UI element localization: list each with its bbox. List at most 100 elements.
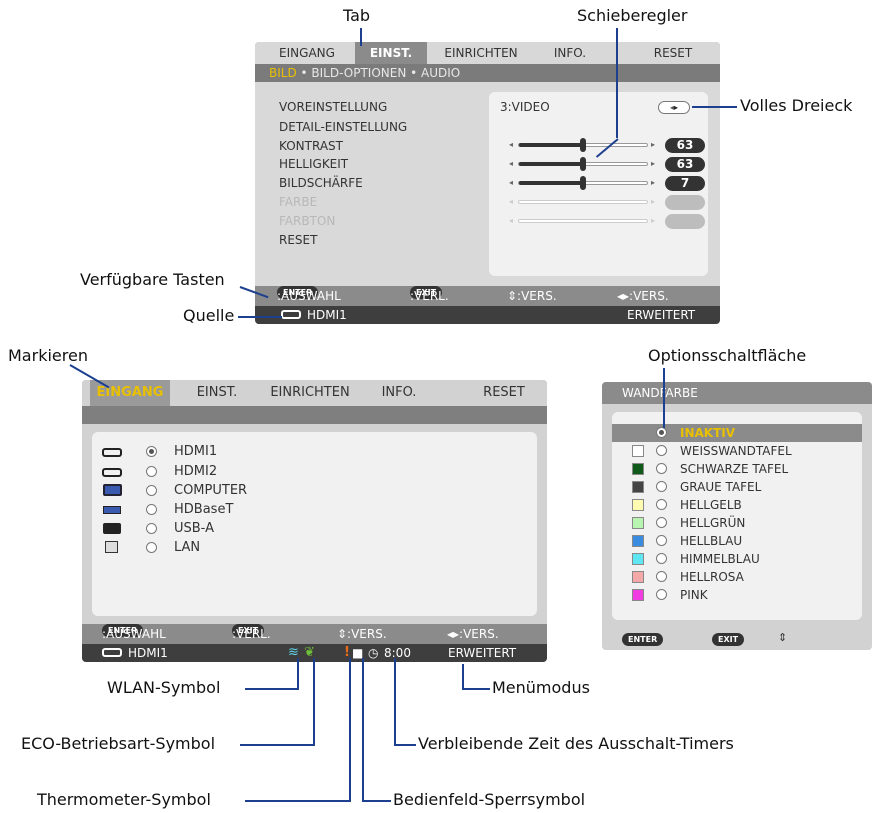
wall-color-option[interactable]: HELLROSA	[680, 570, 744, 584]
input-usba[interactable]: USB-A	[174, 521, 214, 536]
slider-right-icon[interactable]: ▸	[651, 178, 655, 187]
status-bar: HDMI1 ERWEITERT	[255, 306, 720, 324]
wall-color-option[interactable]: HELLBLAU	[680, 534, 742, 548]
slider-right-icon[interactable]: ▸	[651, 140, 655, 149]
menu-item-farbe: FARBE	[279, 195, 318, 209]
radio-hdbaset[interactable]	[146, 504, 157, 515]
radio-1[interactable]	[656, 445, 667, 456]
tab-info[interactable]: INFO.	[535, 42, 605, 64]
menu-item-kontrast[interactable]: KONTRAST	[279, 139, 343, 153]
radio-8[interactable]	[656, 571, 667, 582]
usb-icon	[103, 523, 121, 534]
callout-radio: Optionsschaltfläche	[648, 346, 807, 365]
menu-eingang: EINGANG EINST. EINRICHTEN INFO. RESET HD…	[82, 380, 547, 662]
radio-lan[interactable]	[146, 542, 157, 553]
color-swatch	[632, 445, 644, 457]
farbton-value	[665, 214, 705, 229]
input-computer[interactable]: COMPUTER	[174, 483, 247, 498]
hdmi-source-icon	[281, 310, 301, 319]
tab-info[interactable]: INFO.	[364, 380, 434, 406]
callout-menumode: Menümodus	[492, 678, 590, 697]
kontrast-value: 63	[665, 138, 705, 153]
preset-selector[interactable]: ◂▸	[658, 101, 690, 114]
wall-color-option[interactable]: PINK	[680, 588, 708, 602]
exit-key-label: :VERL.	[410, 289, 449, 303]
callout-line	[297, 658, 299, 689]
wall-color-option[interactable]: SCHWARZE TAFEL	[680, 462, 788, 476]
available-keys-bar: ENTER EXIT ⇕	[602, 628, 872, 650]
tab-einst[interactable]: EINST.	[355, 42, 427, 64]
wall-color-option[interactable]: GRAUE TAFEL	[680, 480, 761, 494]
color-swatch	[632, 589, 644, 601]
off-timer-value: 8:00	[384, 646, 411, 660]
slider-left-icon: ◂	[509, 197, 514, 206]
computer-icon	[103, 484, 122, 496]
wall-color-option[interactable]: INAKTIV	[680, 426, 735, 440]
leftright-key-label: ◂▸:VERS.	[617, 289, 669, 303]
callout-line	[245, 800, 351, 802]
input-hdmi1[interactable]: HDMI1	[174, 444, 217, 459]
callout-line	[245, 688, 299, 690]
farbe-slider	[518, 200, 648, 204]
enter-key-label: :AUSWAHL	[102, 627, 166, 641]
full-triangle-icon[interactable]: ▸	[674, 103, 678, 112]
radio-6[interactable]	[656, 535, 667, 546]
callout-thermo: Thermometer-Symbol	[37, 790, 211, 809]
updown-key-label: ⇕	[778, 631, 788, 644]
radio-2[interactable]	[656, 463, 667, 474]
helligkeit-knob[interactable]	[580, 157, 586, 171]
callout-line	[313, 658, 315, 745]
radio-3[interactable]	[656, 481, 667, 492]
menu-item-reset[interactable]: RESET	[279, 233, 317, 247]
tab-einrichten[interactable]: EINRICHTEN	[260, 380, 360, 406]
menu-item-helligkeit[interactable]: HELLIGKEIT	[279, 157, 348, 171]
hdmi-icon	[102, 448, 122, 457]
subtab-bild[interactable]: BILD	[269, 66, 297, 80]
menu-item-bildschaerfe[interactable]: BILDSCHÄRFE	[279, 176, 363, 190]
tab-einst[interactable]: EINST.	[178, 380, 256, 406]
tab-eingang[interactable]: EINGANG	[261, 42, 353, 64]
radio-hdmi1[interactable]	[146, 446, 157, 457]
bildschaerfe-knob[interactable]	[580, 176, 586, 190]
input-lan[interactable]: LAN	[174, 540, 200, 555]
preset-value: 3:VIDEO	[500, 100, 550, 114]
available-keys-bar: ENTER:AUSWAHL EXIT:VERL. ⇕:VERS. ◂▸:VERS…	[82, 624, 547, 644]
menu-item-farbton: FARBTON	[279, 214, 336, 228]
radio-computer[interactable]	[146, 485, 157, 496]
radio-hdmi2[interactable]	[146, 466, 157, 477]
wall-color-option[interactable]: WEISSWANDTAFEL	[680, 444, 792, 458]
slider-left-icon[interactable]: ◂	[509, 178, 513, 187]
callout-line	[394, 744, 416, 746]
slider-left-icon[interactable]: ◂	[509, 159, 513, 168]
radio-0[interactable]	[656, 427, 667, 438]
radio-7[interactable]	[656, 553, 667, 564]
callout-wlan: WLAN-Symbol	[107, 678, 221, 697]
radio-5[interactable]	[656, 517, 667, 528]
hdmi-icon	[102, 468, 122, 477]
input-hdbaset[interactable]: HDBaseT	[174, 502, 233, 517]
slider-right-icon: ▸	[651, 197, 656, 206]
tab-reset[interactable]: RESET	[635, 42, 711, 64]
slider-right-icon[interactable]: ▸	[651, 159, 655, 168]
callout-line	[360, 28, 362, 46]
source-label: HDMI1	[307, 308, 347, 322]
color-swatch	[632, 535, 644, 547]
tab-reset[interactable]: RESET	[466, 380, 542, 406]
color-swatch	[632, 517, 644, 529]
input-hdmi2[interactable]: HDMI2	[174, 464, 217, 479]
callout-line	[349, 658, 351, 801]
radio-usba[interactable]	[146, 523, 157, 534]
tab-einrichten[interactable]: EINRICHTEN	[431, 42, 531, 64]
subtab-rest[interactable]: • BILD-OPTIONEN • AUDIO	[297, 66, 461, 80]
wall-color-option[interactable]: HELLGRÜN	[680, 516, 745, 530]
farbe-value	[665, 195, 705, 210]
slider-left-icon[interactable]: ◂	[509, 140, 513, 149]
kontrast-knob[interactable]	[580, 138, 586, 152]
radio-9[interactable]	[656, 589, 667, 600]
wall-color-option[interactable]: HIMMELBLAU	[680, 552, 760, 566]
menu-item-detail[interactable]: DETAIL-EINSTELLUNG	[279, 120, 407, 134]
wall-color-option[interactable]: HELLGELB	[680, 498, 742, 512]
menu-einst-bild: EINGANG EINST. EINRICHTEN INFO. RESET BI…	[255, 42, 720, 324]
menu-item-voreinstellung[interactable]: VOREINSTELLUNG	[279, 100, 387, 114]
radio-4[interactable]	[656, 499, 667, 510]
